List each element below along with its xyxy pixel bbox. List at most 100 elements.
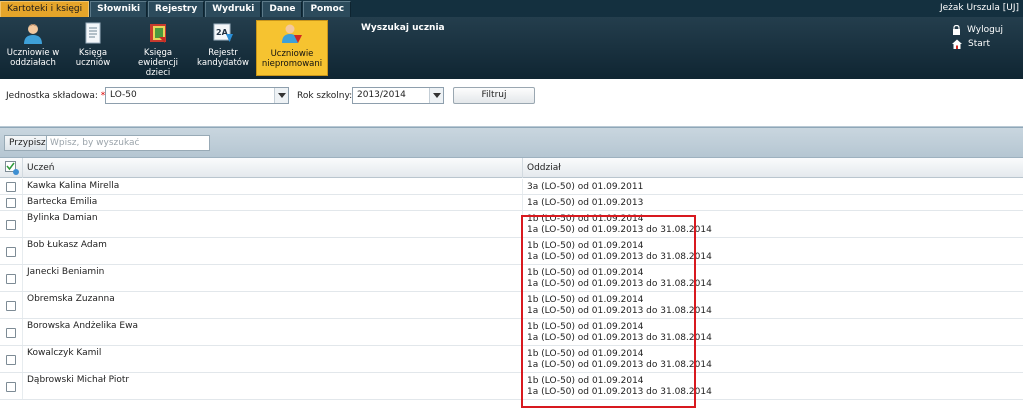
tool-label-line2: ewidencji dzieci (138, 58, 178, 78)
unit-cell: 1b (LO-50) od 01.09.2014 1a (LO-50) od 01… (527, 268, 712, 290)
unit-cell: 1b (LO-50) od 01.09.2014 1a (LO-50) od 01… (527, 241, 712, 263)
tab-rejestry[interactable]: Rejestry (148, 1, 205, 17)
tool-label-line1: Uczniowie (270, 49, 314, 59)
menu-bar: Kartoteki i księgi Słowniki Rejestry Wyd… (0, 0, 1023, 17)
row-checkbox[interactable] (6, 182, 16, 192)
column-divider (522, 265, 523, 291)
unit-assignment: 1b (LO-50) od 01.09.2014 (527, 214, 644, 224)
student-name: Bob Łukasz Adam (27, 240, 107, 250)
search-student-title: Wyszukaj ucznia (361, 23, 445, 33)
column-divider (22, 195, 23, 210)
unit-assignment: 1b (LO-50) od 01.09.2014 (527, 322, 644, 332)
column-divider (22, 346, 23, 372)
unit-assignment: 3a (LO-50) od 01.09.2011 (527, 182, 644, 192)
table-row[interactable]: Dąbrowski Michał Piotr 1b (LO-50) od 01.0… (0, 373, 1023, 400)
unit-assignment: 1a (LO-50) od 01.09.2013 do 31.08.2014 (527, 387, 712, 397)
tool-label-line1: Księga (78, 48, 108, 58)
unit-cell: 1b (LO-50) od 01.09.2014 1a (LO-50) od 01… (527, 349, 712, 371)
table-row[interactable]: Kawka Kalina Mirella 3a (LO-50) od 01.09.… (0, 179, 1023, 195)
students-register-button[interactable]: Księga uczniów (62, 20, 124, 76)
table-row[interactable]: Bylinka Damian 1b (LO-50) od 01.09.2014 1a… (0, 211, 1023, 238)
tab-dane[interactable]: Dane (262, 1, 303, 17)
tool-label-line2: niepromowani (261, 59, 323, 69)
row-checkbox[interactable] (6, 301, 16, 311)
unit-cell: 1b (LO-50) od 01.09.2014 1a (LO-50) od 01… (527, 214, 712, 236)
logout-label: Wyloguj (967, 25, 1003, 35)
grid-header: Uczeń Oddział (0, 158, 1023, 178)
unit-assignment: 1b (LO-50) od 01.09.2014 (527, 295, 644, 305)
unit-assignment: 1a (LO-50) od 01.09.2013 do 31.08.2014 (527, 225, 712, 235)
table-row[interactable]: Obremska Zuzanna 1b (LO-50) od 01.09.2014… (0, 292, 1023, 319)
column-divider (22, 319, 23, 345)
register-book-icon (82, 22, 104, 44)
unit-select[interactable]: LO-50 (105, 87, 289, 104)
home-icon (952, 39, 962, 49)
student-name: Kowalczyk Kamil (27, 348, 102, 358)
candidates-register-button[interactable]: 2A Rejestr kandydatów (192, 20, 254, 76)
chevron-down-icon[interactable] (429, 88, 443, 103)
row-checkbox[interactable] (6, 328, 16, 338)
tab-pomoc[interactable]: Pomoc (303, 1, 352, 17)
row-checkbox[interactable] (6, 382, 16, 392)
unit-assignment: 1b (LO-50) od 01.09.2014 (527, 376, 644, 386)
tool-label-line2: uczniów (75, 58, 111, 68)
unit-assignment: 1a (LO-50) od 01.09.2013 do 31.08.2014 (527, 279, 712, 289)
row-checkbox[interactable] (6, 220, 16, 230)
assign-button[interactable]: Przypisz (4, 135, 51, 151)
column-divider (22, 265, 23, 291)
column-divider (22, 211, 23, 237)
search-input[interactable] (46, 135, 210, 151)
student-name: Dąbrowski Michał Piotr (27, 375, 130, 385)
menu-tabs: Kartoteki i księgi Słowniki Rejestry Wyd… (0, 1, 352, 17)
column-header-student[interactable]: Uczeń (23, 158, 523, 178)
select-all-header[interactable] (0, 158, 23, 178)
table-row[interactable]: Borowska Andżelika Ewa 1b (LO-50) od 01.0… (0, 319, 1023, 346)
unit-assignment: 1a (LO-50) od 01.09.2013 (527, 198, 644, 208)
unit-cell: 1b (LO-50) od 01.09.2014 1a (LO-50) od 01… (527, 295, 712, 317)
row-checkbox[interactable] (6, 198, 16, 208)
student-name: Borowska Andżelika Ewa (27, 321, 138, 331)
children-book-icon (147, 22, 169, 44)
column-divider (522, 292, 523, 318)
student-name: Bylinka Damian (27, 213, 98, 223)
row-checkbox[interactable] (6, 355, 16, 365)
chevron-down-icon[interactable] (274, 88, 288, 103)
toolbar: Uczniowie w oddziałach Księga uczniów Ks… (0, 17, 1023, 79)
tab-slowniki[interactable]: Słowniki (90, 1, 148, 17)
tool-label-line1: Rejestr (208, 48, 238, 58)
candidates-register-icon: 2A (212, 22, 234, 44)
table-row[interactable]: Bartecka Emilia 1a (LO-50) od 01.09.2013 (0, 195, 1023, 211)
svg-text:2A: 2A (216, 28, 229, 37)
column-divider (522, 319, 523, 345)
column-divider (22, 179, 23, 194)
column-divider (522, 373, 523, 399)
table-row[interactable]: Kowalczyk Kamil 1b (LO-50) od 01.09.2014 1… (0, 346, 1023, 373)
students-in-units-button[interactable]: Uczniowie w oddziałach (2, 20, 64, 76)
children-register-button[interactable]: Księga ewidencji dzieci (126, 20, 190, 78)
year-label: Rok szkolny: (297, 91, 353, 101)
tab-wydruki[interactable]: Wydruki (205, 1, 262, 17)
row-checkbox[interactable] (6, 247, 16, 257)
unit-assignment: 1a (LO-50) od 01.09.2013 do 31.08.2014 (527, 360, 712, 370)
not-promoted-students-button[interactable]: Uczniowie niepromowani (256, 20, 328, 76)
unit-assignment: 1b (LO-50) od 01.09.2014 (527, 268, 644, 278)
filter-button[interactable]: Filtruj (453, 87, 535, 104)
students-grid: Przypisz Uczeń Oddział Kawka Kalina Mire… (0, 127, 1023, 411)
column-divider (522, 195, 523, 210)
unit-assignment: 1b (LO-50) od 01.09.2014 (527, 349, 644, 359)
unit-assignment: 1a (LO-50) od 01.09.2013 do 31.08.2014 (527, 306, 712, 316)
column-divider (22, 292, 23, 318)
grid-rows: Kawka Kalina Mirella 3a (LO-50) od 01.09.… (0, 179, 1023, 400)
school-year-select[interactable]: 2013/2014 (352, 87, 444, 104)
table-row[interactable]: Bob Łukasz Adam 1b (LO-50) od 01.09.2014 1… (0, 238, 1023, 265)
start-link[interactable]: Start (952, 37, 1003, 51)
tab-kartoteki-i-ksiegi[interactable]: Kartoteki i księgi (0, 1, 90, 17)
user-name: Jeżak Urszula [UJ] (939, 3, 1019, 13)
unit-cell: 1b (LO-50) od 01.09.2014 1a (LO-50) od 01… (527, 376, 712, 398)
unit-cell: 3a (LO-50) od 01.09.2011 (527, 182, 643, 193)
logout-link[interactable]: Wyloguj (952, 23, 1003, 37)
column-header-unit[interactable]: Oddział (523, 158, 1023, 178)
start-label: Start (968, 39, 990, 49)
row-checkbox[interactable] (6, 274, 16, 284)
table-row[interactable]: Janecki Beniamin 1b (LO-50) od 01.09.2014… (0, 265, 1023, 292)
